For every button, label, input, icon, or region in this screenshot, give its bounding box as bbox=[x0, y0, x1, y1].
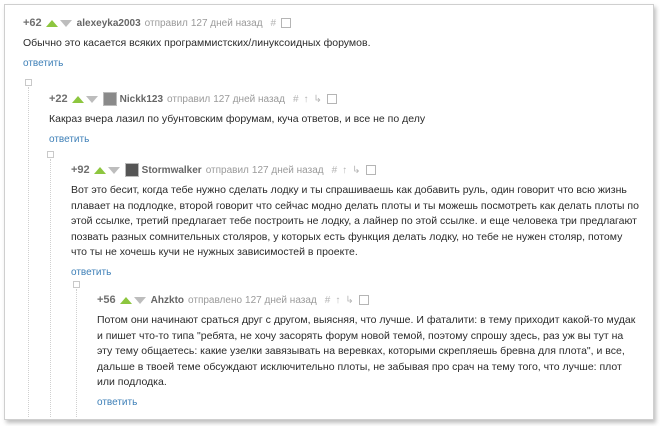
comment: +62 alexeyka2003 отправил 127 дней назад… bbox=[23, 15, 643, 71]
comment-sent-label: отправил bbox=[144, 17, 188, 29]
parent-arrow-icon[interactable]: ↑ bbox=[335, 295, 340, 306]
avatar bbox=[124, 163, 139, 177]
comment-sent-label: отправил bbox=[167, 93, 211, 105]
comment-rating: +62 bbox=[23, 17, 42, 29]
permalink-icon[interactable]: # bbox=[332, 165, 338, 176]
comment-time: 127 дней назад bbox=[251, 164, 324, 176]
comment-author[interactable]: Ahzkto bbox=[151, 295, 184, 306]
comment: +92 Stormwalker отправил 127 дней назад … bbox=[71, 162, 639, 280]
collapse-thread-toggle[interactable] bbox=[47, 151, 54, 158]
comment-sent-label: отправил bbox=[205, 164, 249, 176]
collapse-thread-toggle[interactable] bbox=[73, 281, 80, 288]
permalink-icon[interactable]: # bbox=[271, 18, 277, 29]
comment-time: 127 дней назад bbox=[190, 17, 263, 29]
save-icon[interactable] bbox=[358, 295, 369, 305]
comment-text: Вот это бесит, когда тебе нужно сделать … bbox=[71, 184, 639, 258]
collapse-thread-toggle[interactable] bbox=[25, 79, 32, 86]
comment-text: Какраз вчера лазил по убунтовским форума… bbox=[49, 113, 426, 125]
reply-link[interactable]: ответить bbox=[49, 134, 89, 145]
comment-author[interactable]: Stormwalker bbox=[142, 165, 202, 176]
thread-line bbox=[28, 87, 29, 417]
branch-icon[interactable]: ↳ bbox=[345, 295, 353, 306]
comment-header: +62 alexeyka2003 отправил 127 дней назад… bbox=[23, 15, 643, 31]
save-icon[interactable] bbox=[326, 94, 337, 104]
thread-line bbox=[50, 159, 51, 417]
comment-time: 127 дней назад bbox=[213, 93, 285, 105]
comments-panel: +62 alexeyka2003 отправил 127 дней назад… bbox=[4, 4, 654, 420]
reply-link[interactable]: ответить bbox=[71, 267, 111, 278]
upvote-icon[interactable] bbox=[71, 95, 84, 103]
upvote-icon[interactable] bbox=[93, 166, 106, 174]
comment-time: 127 дней назад bbox=[245, 294, 317, 306]
thread-line bbox=[76, 289, 77, 417]
comment-rating: +22 bbox=[49, 93, 68, 105]
branch-icon[interactable]: ↳ bbox=[314, 94, 322, 105]
comment-header: +22 Nickk123 отправил 127 дней назад # ↑… bbox=[49, 91, 643, 107]
comment-header: +56 Ahzkto отправлено 127 дней назад # ↑… bbox=[97, 292, 637, 308]
comment-header: +92 Stormwalker отправил 127 дней назад … bbox=[71, 162, 639, 178]
comment-sent-label: отправлено bbox=[188, 294, 243, 306]
reply-link[interactable]: ответить bbox=[23, 58, 63, 69]
upvote-icon[interactable] bbox=[45, 19, 58, 27]
parent-arrow-icon[interactable]: ↑ bbox=[304, 94, 309, 105]
branch-icon[interactable]: ↳ bbox=[352, 165, 360, 176]
downvote-icon[interactable] bbox=[107, 166, 120, 174]
upvote-icon[interactable] bbox=[119, 296, 132, 304]
permalink-icon[interactable]: # bbox=[293, 94, 299, 105]
avatar bbox=[102, 92, 117, 106]
parent-arrow-icon[interactable]: ↑ bbox=[342, 165, 347, 176]
downvote-icon[interactable] bbox=[85, 95, 98, 103]
save-icon[interactable] bbox=[281, 18, 292, 28]
comment-rating: +92 bbox=[71, 164, 90, 176]
downvote-icon[interactable] bbox=[133, 296, 146, 304]
comment: +56 Ahzkto отправлено 127 дней назад # ↑… bbox=[97, 292, 637, 410]
reply-link[interactable]: ответить bbox=[97, 397, 137, 408]
downvote-icon[interactable] bbox=[59, 19, 72, 27]
permalink-icon[interactable]: # bbox=[325, 295, 331, 306]
comment-text: Потом они начинают сраться друг с другом… bbox=[97, 314, 636, 388]
comment-rating: +56 bbox=[97, 294, 116, 306]
comment-text: Обычно это касается всяких программистск… bbox=[23, 37, 371, 49]
save-icon[interactable] bbox=[365, 165, 376, 175]
comment: +22 Nickk123 отправил 127 дней назад # ↑… bbox=[49, 91, 643, 147]
comment-author[interactable]: alexeyka2003 bbox=[77, 18, 141, 29]
comment-author[interactable]: Nickk123 bbox=[120, 94, 163, 105]
